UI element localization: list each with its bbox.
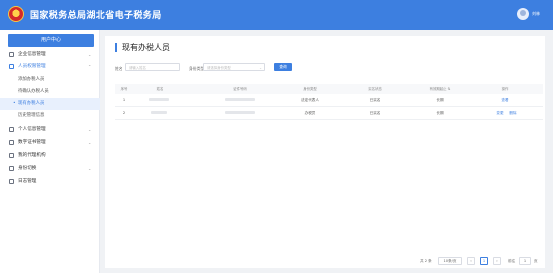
- row-index: 1: [122, 98, 126, 102]
- page-size-select[interactable]: 10条/页: [438, 257, 462, 265]
- person-icon: [9, 127, 14, 132]
- identity-type-select[interactable]: 请选择身份类型 ⌄: [203, 63, 265, 71]
- sort-icon: ⇅: [447, 87, 451, 91]
- menu-label: 人员权限管理: [18, 64, 46, 69]
- page-size-value: 10条/页: [443, 259, 457, 263]
- menu-label: 身份切换: [18, 166, 37, 171]
- goto-page-input[interactable]: 1: [519, 257, 531, 265]
- query-button[interactable]: 查询: [274, 63, 292, 71]
- switch-icon: [9, 166, 14, 171]
- masked-name: [151, 111, 167, 114]
- page-unit-label: 页: [534, 259, 538, 263]
- sub-label: 现有办税人员: [18, 101, 45, 106]
- menu-label: 数字证书管理: [18, 140, 46, 145]
- menu-digital-certificate[interactable]: 数字证书管理 ⌄: [0, 137, 100, 149]
- chevron-down-icon: ⌄: [259, 66, 262, 70]
- goto-page-value: 1: [523, 259, 527, 263]
- sub-label: 历史管理信息: [18, 113, 45, 118]
- row-status: 已实名: [369, 98, 381, 102]
- agency-icon: [9, 153, 14, 158]
- site-title: 国家税务总局湖北省电子税务局: [30, 11, 162, 21]
- col-status: 实名状态: [368, 87, 382, 91]
- row-validity: 长期: [436, 98, 444, 102]
- prev-page-button[interactable]: ‹: [467, 257, 475, 265]
- table-header: 序号 姓名 证件号码 身份类型 实名状态 有效期起止 ⇅ 操作: [115, 84, 543, 94]
- menu-personal-info[interactable]: 个人信息管理 ⌄: [0, 124, 100, 136]
- chevron-down-icon: ⌄: [88, 140, 92, 145]
- identity-filter-label: 身份类型: [189, 66, 205, 71]
- col-validity-label: 有效期起止: [429, 87, 447, 91]
- change-link[interactable]: 变更: [495, 107, 505, 119]
- masked-name: [149, 98, 169, 101]
- table-row: 2 办税员 已实名 长期 变更 删除: [115, 107, 543, 120]
- main-panel: 现有办税人员 姓名 请输入姓名 身份类型 请选择身份类型 ⌄ 查询 序号 姓名 …: [105, 36, 545, 268]
- sub-current-tax-staff[interactable]: 现有办税人员: [0, 98, 100, 110]
- row-identity: 法定代表人: [301, 98, 319, 102]
- sub-add-tax-staff[interactable]: 添加办税人员: [0, 74, 100, 86]
- menu-company-info[interactable]: 企业信息管理 ⌄: [0, 49, 100, 61]
- sub-pending-tax-staff[interactable]: 待确认办税人员: [0, 86, 100, 98]
- user-name[interactable]: 刘林: [532, 11, 540, 17]
- sidebar: 用户中心 企业信息管理 ⌄ 人员权限管理 ⌃ 添加办税人员 待确认办税人员 现有…: [0, 30, 100, 273]
- row-identity: 办税员: [304, 111, 316, 115]
- col-validity[interactable]: 有效期起止 ⇅: [420, 84, 460, 94]
- pagination-total: 共 2 条: [420, 259, 432, 263]
- view-link[interactable]: 查看: [485, 94, 525, 106]
- menu-label: 我的代理机构: [18, 153, 46, 158]
- menu-identity-switch[interactable]: 身份切换 ⌄: [0, 163, 100, 175]
- top-header: 国家税务总局湖北省电子税务局 刘林: [0, 0, 553, 30]
- chevron-down-icon: ⌄: [88, 52, 92, 57]
- menu-label: 日志管理: [18, 179, 37, 184]
- name-placeholder: 请输入姓名: [129, 66, 146, 70]
- row-status: 已实名: [369, 111, 381, 115]
- col-id-number: 证件号码: [233, 87, 247, 91]
- menu-label: 个人信息管理: [18, 127, 46, 132]
- next-page-button[interactable]: ›: [493, 257, 501, 265]
- tax-bureau-emblem-icon: [8, 6, 24, 22]
- table-row: 1 法定代表人 已实名 长期 查看: [115, 94, 543, 107]
- col-name: 姓名: [156, 87, 164, 91]
- certificate-icon: [9, 140, 14, 145]
- building-icon: [9, 52, 14, 57]
- current-page-button[interactable]: 1: [480, 257, 488, 265]
- user-avatar-icon[interactable]: [517, 8, 529, 20]
- page-title: 现有办税人员: [115, 43, 170, 52]
- goto-label: 前往: [508, 259, 516, 263]
- row-index: 2: [122, 111, 126, 115]
- menu-personnel-permissions[interactable]: 人员权限管理 ⌃: [0, 61, 100, 73]
- name-search-input[interactable]: 请输入姓名: [125, 63, 180, 71]
- sub-label: 待确认办税人员: [18, 89, 49, 94]
- name-filter-label: 姓名: [115, 66, 123, 71]
- delete-link[interactable]: 删除: [508, 107, 518, 119]
- sub-label: 添加办税人员: [18, 77, 45, 82]
- masked-id-number: [225, 111, 255, 114]
- chevron-down-icon: ⌄: [88, 127, 92, 132]
- menu-log-management[interactable]: 日志管理: [0, 176, 100, 188]
- menu-label: 企业信息管理: [18, 52, 46, 57]
- chevron-down-icon: ⌄: [88, 166, 92, 171]
- row-validity: 长期: [436, 111, 444, 115]
- col-actions: 操作: [501, 87, 509, 91]
- col-identity: 身份类型: [303, 87, 317, 91]
- user-center-heading[interactable]: 用户中心: [8, 34, 94, 47]
- sub-history-management[interactable]: 历史管理信息: [0, 110, 100, 122]
- people-icon: [9, 64, 14, 69]
- col-index: 序号: [120, 87, 128, 91]
- masked-id-number: [225, 98, 255, 101]
- menu-my-agency[interactable]: 我的代理机构: [0, 150, 100, 162]
- chevron-up-icon: ⌃: [88, 64, 92, 69]
- identity-placeholder: 请选择身份类型: [207, 66, 231, 70]
- log-icon: [9, 179, 14, 184]
